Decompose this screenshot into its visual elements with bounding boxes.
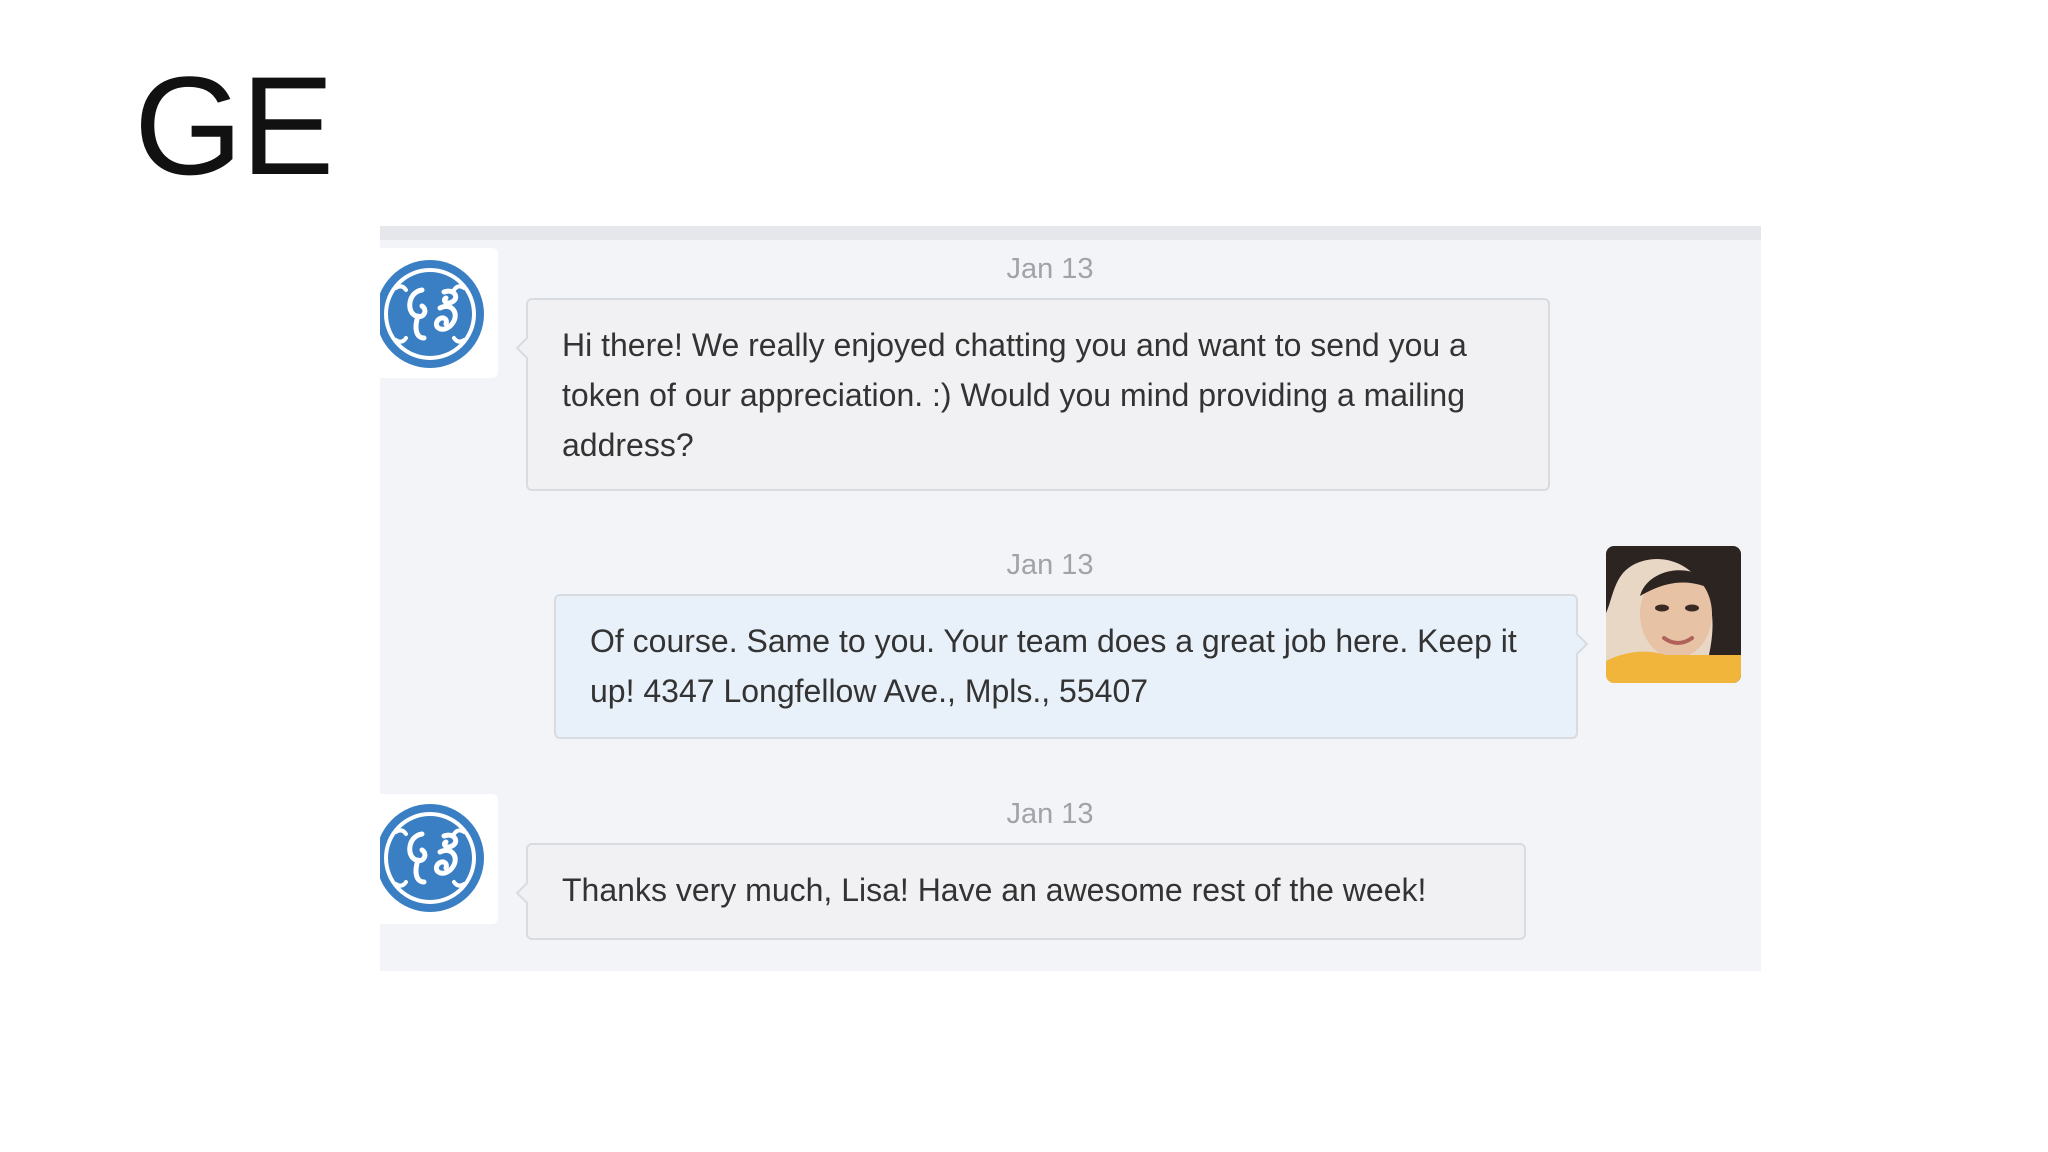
bubble-tail	[515, 881, 539, 905]
slide-title: GE	[134, 47, 334, 204]
message-text: Thanks very much, Lisa! Have an awesome …	[562, 872, 1427, 908]
message-bubble-outgoing: Of course. Same to you. Your team does a…	[554, 594, 1589, 739]
chat-thread: Jan 13 Hi there! We really enjoyed chatt…	[380, 226, 1761, 971]
message-timestamp: Jan 13	[1006, 253, 1094, 285]
chat-top-bar	[380, 226, 1761, 240]
ge-logo-icon	[380, 801, 487, 915]
ge-avatar[interactable]	[380, 248, 498, 378]
message-timestamp: Jan 13	[1006, 798, 1094, 830]
bubble-tail	[515, 336, 539, 360]
message-timestamp: Jan 13	[1006, 549, 1094, 581]
ge-logo-icon	[380, 257, 487, 371]
user-photo-avatar[interactable]	[1606, 546, 1741, 683]
user-photo-icon	[1606, 546, 1741, 683]
bubble-tail	[1565, 632, 1589, 656]
message-bubble-incoming: Hi there! We really enjoyed chatting you…	[515, 298, 1550, 491]
message-text: Of course. Same to you. Your team does a…	[590, 623, 1517, 709]
message-text: Hi there! We really enjoyed chatting you…	[562, 327, 1467, 463]
ge-avatar[interactable]	[380, 794, 498, 924]
message-bubble-incoming: Thanks very much, Lisa! Have an awesome …	[515, 843, 1526, 940]
